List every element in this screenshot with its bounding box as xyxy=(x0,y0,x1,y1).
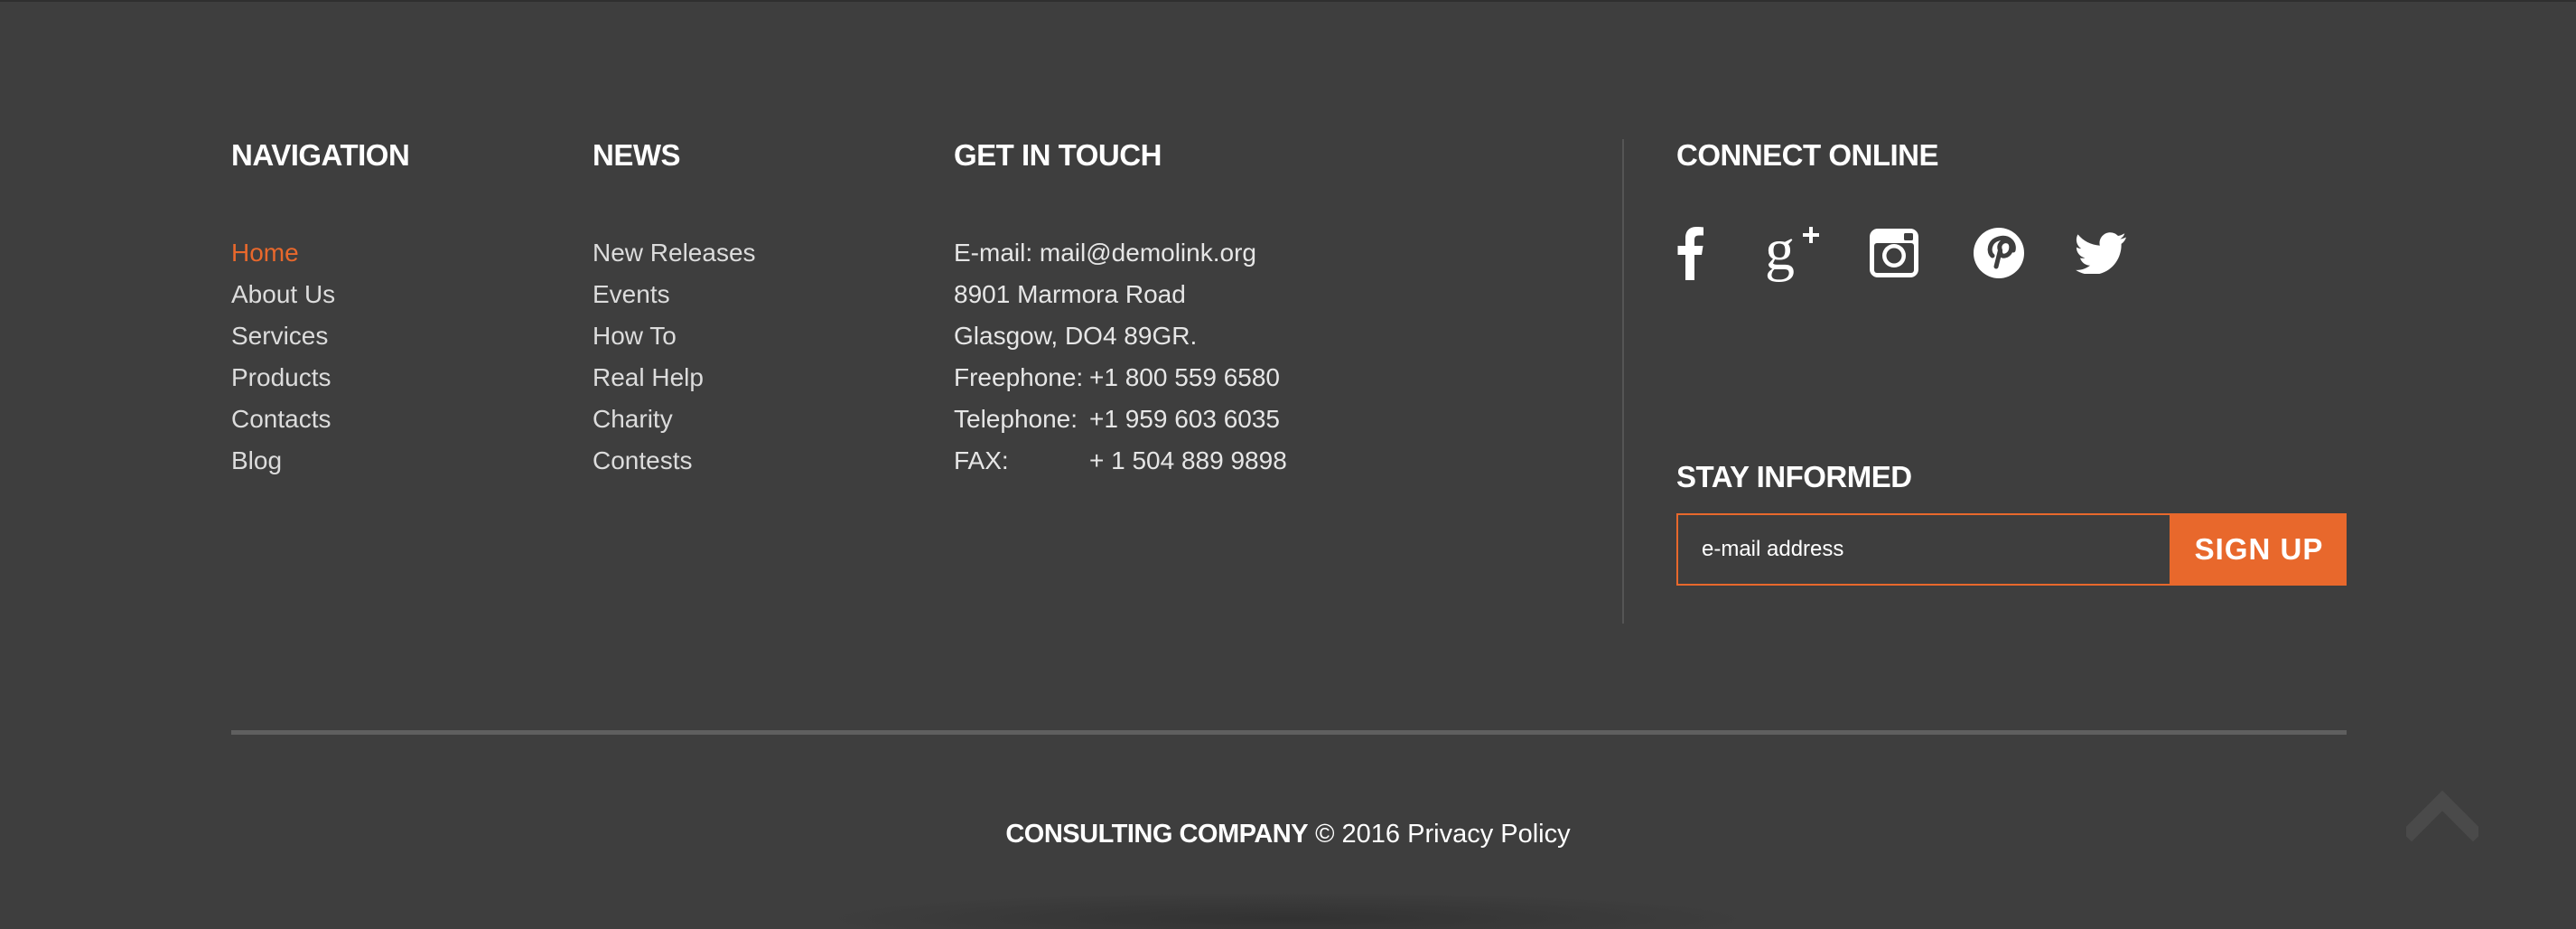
address-line-2: Glasgow, DO4 89GR. xyxy=(954,322,1198,350)
contact-fax-row: FAX: + 1 504 889 9898 xyxy=(954,440,1287,482)
nav-link-about-us[interactable]: About Us xyxy=(231,274,335,315)
horizontal-divider xyxy=(231,730,2347,735)
contact-title: GET IN TOUCH xyxy=(954,138,1162,172)
news-link-charity[interactable]: Charity xyxy=(593,399,756,440)
news-link-events[interactable]: Events xyxy=(593,274,756,315)
nav-link-services[interactable]: Services xyxy=(231,315,335,357)
navigation-list: Home About Us Services Products Contacts… xyxy=(231,232,335,482)
newsletter-email-input[interactable] xyxy=(1676,513,2171,586)
freephone-label: Freephone: xyxy=(954,363,1084,391)
chevron-up-icon xyxy=(2401,790,2484,842)
news-list: New Releases Events How To Real Help Cha… xyxy=(593,232,756,482)
scroll-to-top-button[interactable] xyxy=(2401,788,2484,842)
copyright-year: © 2016 xyxy=(1315,820,1401,849)
vertical-divider xyxy=(1622,139,1624,624)
newsletter-title: STAY INFORMED xyxy=(1676,460,1912,493)
copyright: CONSULTING COMPANY © 2016 Privacy Policy xyxy=(0,820,2576,849)
connect-title: CONNECT ONLINE xyxy=(1676,138,1939,172)
navigation-title: NAVIGATION xyxy=(231,138,410,172)
news-title: NEWS xyxy=(593,138,681,172)
telephone-label: Telephone: xyxy=(954,405,1078,433)
telephone-value[interactable]: +1 959 603 6035 xyxy=(1089,405,1280,433)
fax-label: FAX: xyxy=(954,446,1009,474)
contact-telephone-row: Telephone: +1 959 603 6035 xyxy=(954,399,1287,440)
google-plus-icon[interactable]: g xyxy=(1765,224,1819,282)
sign-up-button[interactable]: SIGN UP xyxy=(2171,513,2347,586)
news-link-real-help[interactable]: Real Help xyxy=(593,357,756,399)
freephone-value[interactable]: +1 800 559 6580 xyxy=(1089,363,1280,391)
fax-value: + 1 504 889 9898 xyxy=(1089,446,1287,474)
social-icons: g xyxy=(1676,224,2126,282)
nav-link-home[interactable]: Home xyxy=(231,232,335,274)
site-footer: NAVIGATION Home About Us Services Produc… xyxy=(0,0,2576,929)
company-name: CONSULTING COMPANY xyxy=(1005,820,1309,849)
news-link-new-releases[interactable]: New Releases xyxy=(593,232,756,274)
twitter-icon[interactable] xyxy=(2076,226,2126,280)
pinterest-icon[interactable] xyxy=(1973,226,2025,280)
instagram-icon[interactable] xyxy=(1870,226,1918,280)
contact-email-row: E-mail: mail@demolink.org xyxy=(954,232,1287,274)
privacy-policy-link[interactable]: Privacy Policy xyxy=(1407,820,1571,849)
address-line-1: 8901 Marmora Road xyxy=(954,280,1186,308)
news-link-contests[interactable]: Contests xyxy=(593,440,756,482)
bottom-shadow xyxy=(813,892,1761,929)
email-link[interactable]: mail@demolink.org xyxy=(1040,239,1256,267)
svg-text:g: g xyxy=(1765,224,1795,282)
facebook-icon[interactable] xyxy=(1676,226,1703,280)
news-link-how-to[interactable]: How To xyxy=(593,315,756,357)
contact-list: E-mail: mail@demolink.org 8901 Marmora R… xyxy=(954,232,1287,482)
nav-link-blog[interactable]: Blog xyxy=(231,440,335,482)
nav-link-products[interactable]: Products xyxy=(231,357,335,399)
email-label: E-mail: xyxy=(954,239,1033,267)
contact-freephone-row: Freephone: +1 800 559 6580 xyxy=(954,357,1287,399)
nav-link-contacts[interactable]: Contacts xyxy=(231,399,335,440)
